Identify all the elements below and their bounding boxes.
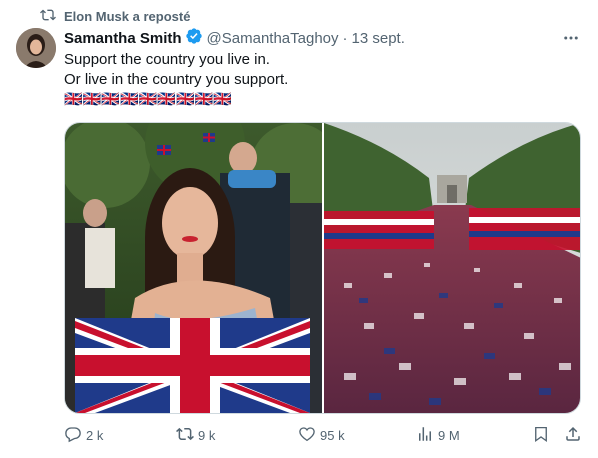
reply-count: 2 k — [86, 427, 104, 443]
reply-icon — [64, 425, 82, 446]
tweet-text-line: Support the country you live in. — [64, 51, 270, 68]
repost-indicator[interactable]: Elon Musk a reposté — [40, 7, 190, 25]
views-count: 9 M — [438, 427, 460, 443]
verified-badge-icon[interactable] — [182, 27, 203, 49]
bookmark-button[interactable] — [532, 425, 550, 446]
repost-button[interactable]: 9 k — [176, 425, 215, 446]
repost-icon — [40, 7, 56, 26]
repost-label: Elon Musk a reposté — [64, 8, 191, 24]
tweet-text-line: Or live in the country you support. — [64, 71, 289, 88]
tweet-media — [64, 122, 581, 414]
views-chart-icon — [416, 425, 434, 446]
share-button[interactable] — [564, 425, 582, 446]
media-image-right[interactable] — [323, 123, 580, 413]
more-options-icon[interactable] — [560, 28, 582, 48]
author-name[interactable]: Samantha Smith — [64, 30, 182, 47]
avatar[interactable] — [16, 28, 56, 68]
like-count: 95 k — [320, 427, 345, 443]
author-handle[interactable]: @SamanthaTaghoy — [207, 30, 339, 47]
share-icon — [564, 425, 582, 446]
repost-icon — [176, 425, 194, 446]
media-image-left[interactable] — [65, 123, 322, 413]
bookmark-icon — [532, 425, 550, 446]
tweet-actions: 2 k 9 k 95 k 9 M — [64, 422, 584, 448]
like-button[interactable]: 95 k — [298, 425, 345, 446]
views-button[interactable]: 9 M — [416, 425, 460, 446]
flag-emoji-row: 🇬🇧🇬🇧🇬🇧🇬🇧🇬🇧🇬🇧🇬🇧🇬🇧🇬🇧 — [64, 91, 233, 108]
reply-button[interactable]: 2 k — [64, 425, 103, 446]
separator-dot: · — [342, 29, 348, 47]
tweet-text: Support the country you live in. Or live… — [64, 50, 574, 110]
tweet-date[interactable]: 13 sept. — [352, 30, 405, 47]
heart-icon — [298, 425, 316, 446]
tweet-header: Samantha Smith @SamanthaTaghoy · 13 sept… — [64, 28, 582, 48]
repost-count: 9 k — [198, 427, 216, 443]
